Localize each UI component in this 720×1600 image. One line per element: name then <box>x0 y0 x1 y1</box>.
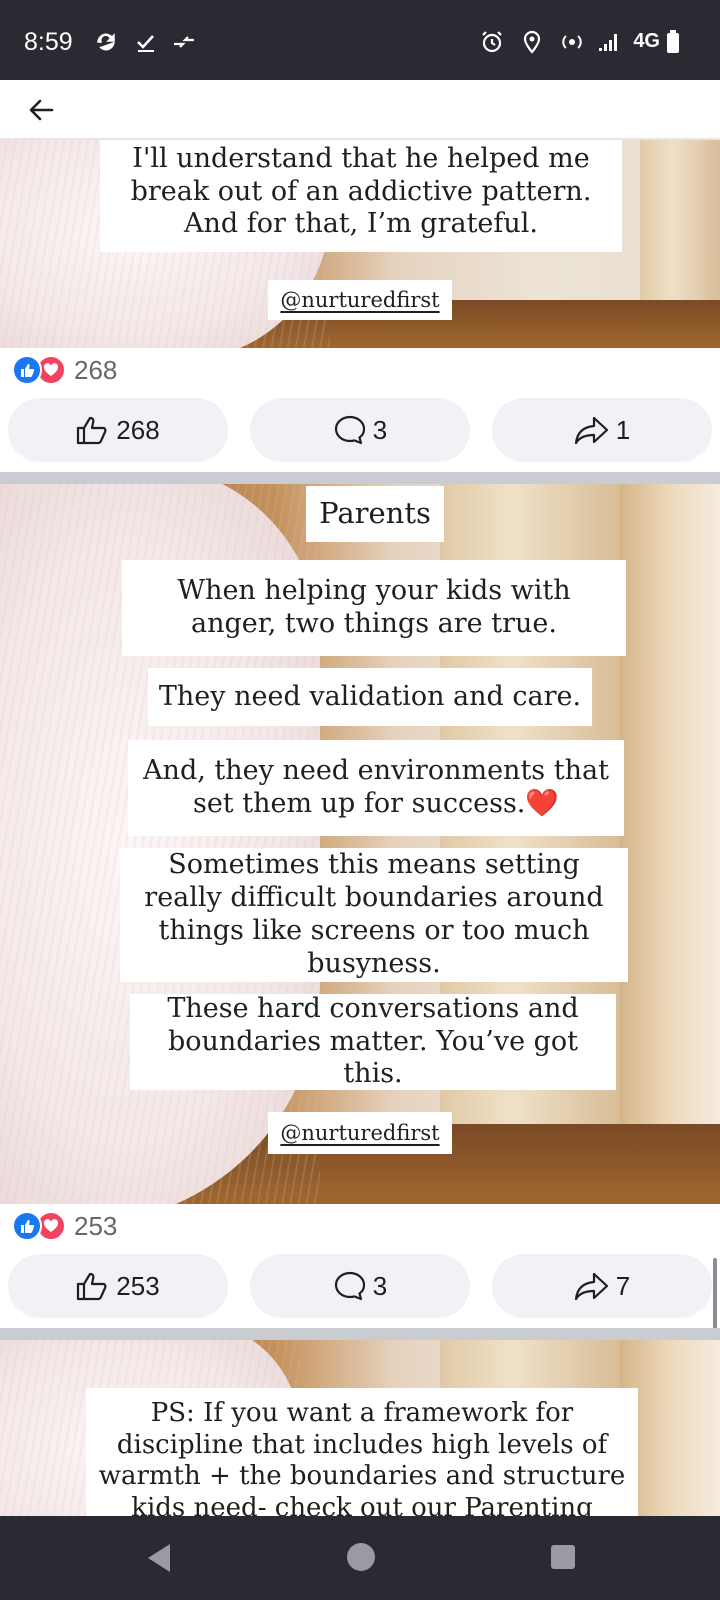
comment-icon <box>334 415 365 445</box>
comment-button[interactable]: 3 <box>250 1254 470 1318</box>
post-handle: @nurturedfirst <box>268 1112 452 1154</box>
like-count: 268 <box>116 414 160 445</box>
post-caption: I'll understand that he helped me break … <box>100 140 622 252</box>
app-header <box>0 80 720 140</box>
post-text-block: These hard conversations and boundaries … <box>130 993 616 1090</box>
battery-icon <box>667 30 679 53</box>
reaction-summary[interactable]: 268 <box>12 354 117 386</box>
hotspot-icon <box>562 35 582 49</box>
post-text-block: They need validation and care. <box>148 668 592 726</box>
share-button[interactable]: 7 <box>492 1254 712 1318</box>
post-actions: 268 3 1 <box>8 398 712 462</box>
reaction-count: 268 <box>74 354 118 385</box>
sync-icon <box>97 33 115 51</box>
reaction-count: 253 <box>74 1210 118 1241</box>
comment-count: 3 <box>372 414 388 445</box>
arrow-left-icon <box>29 99 54 121</box>
like-button[interactable]: 253 <box>8 1254 228 1318</box>
thumbs-up-icon <box>77 1272 107 1301</box>
alarm-icon <box>482 31 502 53</box>
like-count: 253 <box>116 1270 160 1301</box>
post-divider <box>0 1328 720 1340</box>
caption-line: And for that, I’m grateful. <box>184 208 538 240</box>
check-icon <box>137 35 154 52</box>
data-arrows-icon <box>174 36 194 48</box>
post-divider <box>0 472 720 484</box>
post-image-3[interactable]: PS: If you want a framework for discipli… <box>0 1340 720 1516</box>
post-caption: PS: If you want a framework for discipli… <box>86 1388 638 1516</box>
nav-back-icon[interactable] <box>144 1542 174 1574</box>
comment-button[interactable]: 3 <box>250 398 470 462</box>
comment-count: 3 <box>372 1270 388 1301</box>
post-text-block: Sometimes this means setting really diff… <box>120 848 628 982</box>
post-handle: @nurturedfirst <box>268 280 452 320</box>
share-count: 1 <box>615 414 631 445</box>
post-text-block: When helping your kids with anger, two t… <box>122 560 626 656</box>
post-text-block: And, they need environments that set the… <box>128 740 624 836</box>
nav-home-icon[interactable] <box>346 1542 376 1572</box>
share-count: 7 <box>615 1270 631 1301</box>
post-image-2[interactable]: Parents When helping your kids with ange… <box>0 484 720 1204</box>
reaction-summary[interactable]: 253 <box>12 1210 117 1242</box>
nav-recents-icon[interactable] <box>550 1544 576 1570</box>
post-actions: 253 3 7 <box>8 1254 712 1318</box>
share-arrow-icon <box>574 1272 608 1301</box>
share-arrow-icon <box>574 416 608 445</box>
signal-icon <box>599 34 617 51</box>
like-reaction-icon <box>12 1211 42 1241</box>
system-nav-bar <box>0 1516 720 1600</box>
network-type: 4G <box>633 30 660 52</box>
status-bar: 8:59 4G <box>0 0 720 80</box>
back-button[interactable] <box>22 94 62 126</box>
caption-line: break out of an addictive pattern. <box>130 175 592 207</box>
like-reaction-icon <box>12 355 42 385</box>
share-button[interactable]: 1 <box>492 398 712 462</box>
location-icon <box>523 30 541 54</box>
caption-line: I'll understand that he helped me <box>132 142 590 174</box>
post-title: Parents <box>306 486 444 542</box>
like-button[interactable]: 268 <box>8 398 228 462</box>
status-time: 8:59 <box>24 28 73 56</box>
comment-icon <box>334 1271 365 1301</box>
thumbs-up-icon <box>77 416 107 445</box>
post-image-1[interactable]: I'll understand that he helped me break … <box>0 140 720 348</box>
